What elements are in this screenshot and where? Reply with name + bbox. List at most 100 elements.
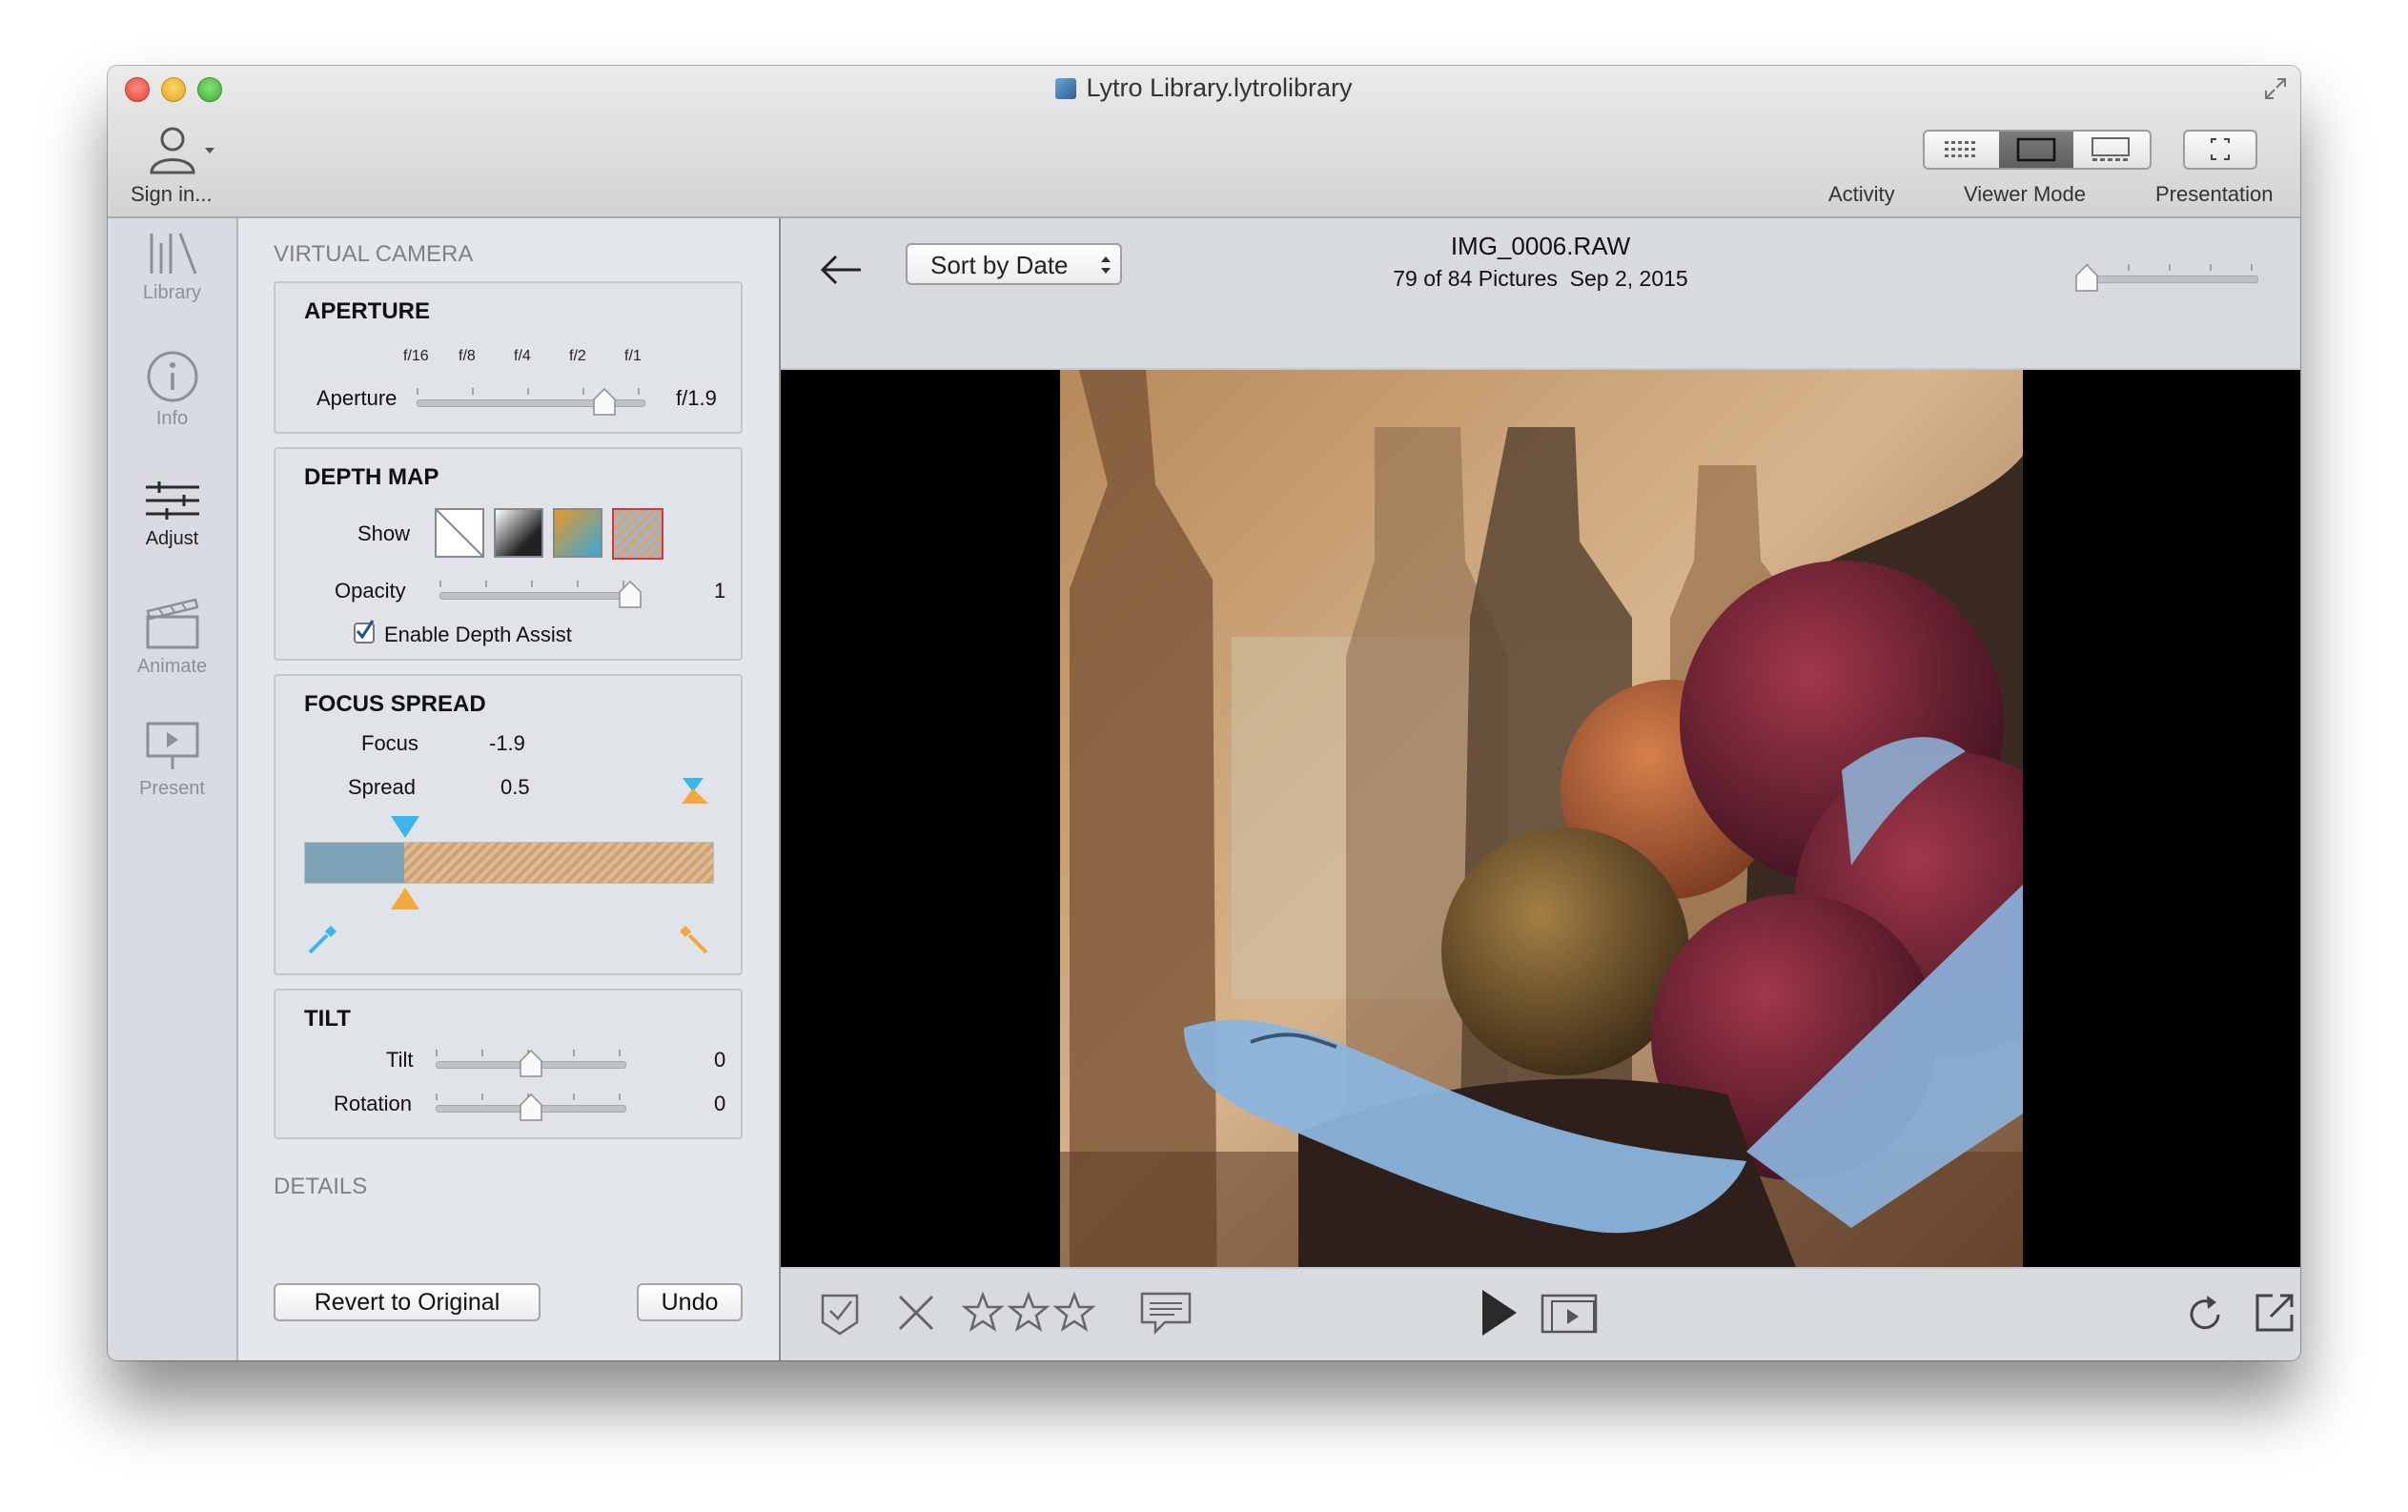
app-window: Lytro Library.lytrolibrary Sign in... Ac… bbox=[108, 66, 2300, 1360]
window-title: Lytro Library.lytrolibrary bbox=[108, 73, 2300, 103]
rotation-label: Rotation bbox=[334, 1092, 412, 1115]
photo-scene bbox=[1060, 370, 2023, 1335]
eyedropper-orange-icon[interactable] bbox=[674, 920, 712, 958]
clapper-icon bbox=[145, 598, 199, 649]
focus-label: Focus bbox=[361, 731, 418, 755]
sidebar-item-info[interactable]: Info bbox=[108, 350, 236, 430]
focus-marker-blue[interactable] bbox=[388, 813, 422, 840]
aperture-title: APERTURE bbox=[304, 298, 431, 324]
depth-show-color-button[interactable] bbox=[553, 508, 602, 558]
filmstrip-icon bbox=[2092, 137, 2130, 161]
aperture-label: Aperture bbox=[316, 386, 398, 410]
depth-show-label: Show bbox=[357, 521, 411, 545]
opacity-label: Opacity bbox=[335, 579, 406, 603]
depth-show-none-button[interactable] bbox=[435, 508, 484, 558]
comment-icon[interactable] bbox=[1138, 1290, 1195, 1338]
library-file-icon bbox=[1055, 78, 1077, 99]
undo-button[interactable]: Undo bbox=[637, 1283, 743, 1321]
focus-spread-title: FOCUS SPREAD bbox=[304, 691, 486, 717]
expand-icon bbox=[2211, 138, 2230, 160]
aperture-scale-f2: f/2 bbox=[569, 348, 586, 364]
image-viewer bbox=[781, 370, 2300, 1335]
star-icon bbox=[962, 1292, 1005, 1332]
aperture-value: f/1.9 bbox=[676, 386, 717, 410]
opacity-slider-thumb[interactable] bbox=[618, 581, 643, 609]
viewer-header: Sort by Date IMG_0006.RAW 79 of 84 Pictu… bbox=[781, 218, 2300, 370]
presentation-label: Presentation bbox=[2155, 182, 2274, 206]
rotation-slider[interactable] bbox=[436, 1084, 626, 1122]
aperture-scale-f8: f/8 bbox=[459, 348, 476, 364]
filmstrip-view-button[interactable] bbox=[2073, 132, 2150, 168]
rotation-slider-thumb[interactable] bbox=[519, 1093, 543, 1122]
star-icon bbox=[1052, 1292, 1096, 1332]
revert-to-original-button[interactable]: Revert to Original bbox=[274, 1283, 541, 1321]
share-export-icon[interactable] bbox=[2252, 1290, 2297, 1336]
tilt-slider-thumb[interactable] bbox=[519, 1050, 543, 1078]
rotation-value: 0 bbox=[714, 1092, 726, 1115]
aperture-slider-thumb[interactable] bbox=[592, 388, 617, 417]
tilt-slider[interactable] bbox=[436, 1040, 626, 1078]
opacity-slider[interactable] bbox=[439, 571, 642, 609]
fullscreen-icon[interactable] bbox=[2262, 75, 2289, 102]
viewer-mode-label: Viewer Mode bbox=[1964, 182, 2086, 206]
aperture-scale-f4: f/4 bbox=[514, 348, 531, 364]
rotate-icon[interactable] bbox=[2182, 1292, 2228, 1338]
user-icon[interactable] bbox=[146, 125, 222, 182]
tilt-label: Tilt bbox=[386, 1048, 414, 1072]
depth-map-title: DEPTH MAP bbox=[304, 464, 439, 490]
viewer-footer bbox=[781, 1267, 2300, 1360]
grid-icon bbox=[1945, 141, 1975, 157]
star-icon bbox=[1007, 1292, 1051, 1332]
sidebar-item-adjust[interactable]: Adjust bbox=[108, 478, 236, 550]
presentation-button[interactable] bbox=[2183, 130, 2257, 170]
spread-label: Spread bbox=[348, 775, 416, 799]
presentation-icon bbox=[146, 722, 198, 769]
pick-check-icon[interactable] bbox=[819, 1290, 861, 1338]
sidebar-item-present[interactable]: Present bbox=[108, 720, 236, 800]
reject-x-icon[interactable] bbox=[895, 1292, 937, 1334]
depth-show-overlay-button[interactable] bbox=[612, 508, 663, 560]
tilt-title: TILT bbox=[304, 1006, 351, 1032]
virtual-camera-heading: VIRTUAL CAMERA bbox=[274, 241, 474, 267]
aperture-section: APERTURE f/16 f/8 f/4 f/2 f/1 Aperture f… bbox=[274, 281, 743, 434]
picture-date: Sep 2, 2015 bbox=[1569, 266, 1688, 291]
sign-in-link[interactable]: Sign in... bbox=[131, 182, 213, 207]
focus-spread-reset-icon[interactable] bbox=[680, 775, 712, 807]
library-icon bbox=[150, 233, 196, 275]
photo-canvas[interactable] bbox=[1060, 370, 2023, 1335]
zoom-slider-thumb[interactable] bbox=[2074, 264, 2099, 293]
grid-view-button[interactable] bbox=[1925, 132, 1999, 168]
focus-value: -1.9 bbox=[489, 731, 525, 755]
spread-value: 0.5 bbox=[500, 775, 530, 799]
depth-map-section: DEPTH MAP Show Opacity 1 Enable Depth As… bbox=[274, 447, 743, 661]
sliders-icon bbox=[145, 481, 199, 520]
depth-assist-label[interactable]: Enable Depth Assist bbox=[384, 623, 572, 647]
checkmark-icon bbox=[356, 620, 375, 640]
focus-spread-bar[interactable] bbox=[304, 842, 714, 884]
aperture-scale-f1: f/1 bbox=[624, 348, 642, 364]
details-heading[interactable]: DETAILS bbox=[274, 1174, 367, 1200]
activity-label[interactable]: Activity bbox=[1828, 182, 1895, 207]
slideshow-icon[interactable] bbox=[1539, 1292, 1600, 1336]
adjust-panel: VIRTUAL CAMERA APERTURE f/16 f/8 f/4 f/2… bbox=[238, 218, 781, 1360]
sidebar-item-library[interactable]: Library bbox=[108, 230, 236, 304]
zoom-slider[interactable] bbox=[2075, 255, 2258, 293]
spread-marker-orange[interactable] bbox=[388, 886, 422, 912]
mode-sidebar: Library Info Adjust Animate Present bbox=[108, 218, 238, 1360]
play-icon[interactable] bbox=[1477, 1286, 1520, 1339]
star-rating[interactable] bbox=[962, 1292, 1114, 1334]
single-view-button[interactable] bbox=[1999, 132, 2073, 168]
depth-assist-checkbox[interactable] bbox=[354, 620, 375, 644]
tilt-section: TILT Tilt 0 Rotation 0 bbox=[274, 989, 743, 1139]
opacity-value: 1 bbox=[714, 579, 726, 603]
aperture-scale-f16: f/16 bbox=[403, 348, 429, 364]
sidebar-item-animate[interactable]: Animate bbox=[108, 594, 236, 678]
single-frame-icon bbox=[2016, 137, 2056, 162]
depth-show-grayscale-button[interactable] bbox=[494, 508, 543, 558]
tilt-value: 0 bbox=[714, 1048, 726, 1072]
aperture-slider[interactable] bbox=[417, 378, 645, 417]
info-icon bbox=[147, 351, 197, 402]
eyedropper-blue-icon[interactable] bbox=[304, 920, 342, 958]
image-meta: 79 of 84 Pictures Sep 2, 2015 bbox=[781, 266, 2300, 292]
title-bar: Lytro Library.lytrolibrary Sign in... Ac… bbox=[108, 66, 2300, 218]
